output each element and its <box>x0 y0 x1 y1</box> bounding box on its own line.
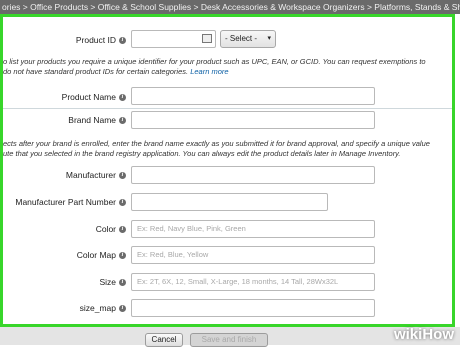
breadcrumb-text: ories > Office Products > Office & Schoo… <box>2 2 460 12</box>
breadcrumb: ories > Office Products > Office & Schoo… <box>0 0 460 14</box>
product-name-input[interactable] <box>131 87 375 105</box>
info-icon[interactable]: i <box>119 172 126 180</box>
product-id-help: o list your products you require a uniqu… <box>3 57 426 76</box>
barcode-icon[interactable] <box>202 34 212 43</box>
manufacturer-label: Manufacturer i <box>40 170 126 180</box>
info-icon[interactable]: i <box>119 279 126 287</box>
color-label: Color i <box>40 224 126 234</box>
info-icon[interactable]: i <box>119 252 126 260</box>
manufacturer-part-number-input[interactable] <box>131 193 328 211</box>
size-label: Size i <box>40 277 126 287</box>
size-input[interactable]: Ex: 2T, 6X, 12, Small, X-Large, 18 month… <box>131 273 375 291</box>
color-map-label: Color Map i <box>40 250 126 260</box>
wikihow-logo: wikiHow <box>393 326 454 343</box>
chevron-down-icon: ▾ <box>267 35 271 42</box>
brand-name-help: ects after your brand is enrolled, enter… <box>3 139 430 158</box>
info-icon[interactable]: i <box>119 94 126 102</box>
info-icon[interactable]: i <box>119 37 126 45</box>
size-map-label: size_map i <box>40 303 126 313</box>
color-input[interactable]: Ex: Red, Navy Blue, Pink, Green <box>131 220 375 238</box>
color-map-input[interactable]: Ex: Red, Blue, Yellow <box>131 246 375 264</box>
product-name-label: Product Name i <box>40 92 126 102</box>
select-value: - Select - <box>225 34 258 43</box>
product-id-label: Product ID i <box>60 35 126 45</box>
manufacturer-input[interactable] <box>131 166 375 184</box>
brand-name-input[interactable] <box>131 111 375 129</box>
size-map-input[interactable] <box>131 299 375 317</box>
brand-name-label: Brand Name i <box>40 115 126 125</box>
learn-more-link[interactable]: Learn more <box>190 67 228 76</box>
product-id-type-select[interactable]: - Select - ▾ <box>220 30 276 48</box>
manufacturer-part-number-label: Manufacturer Part Number i <box>6 197 126 207</box>
section-divider <box>3 108 452 109</box>
info-icon[interactable]: i <box>119 117 126 125</box>
info-icon[interactable]: i <box>119 199 126 207</box>
info-icon[interactable]: i <box>119 226 126 234</box>
info-icon[interactable]: i <box>119 305 126 313</box>
